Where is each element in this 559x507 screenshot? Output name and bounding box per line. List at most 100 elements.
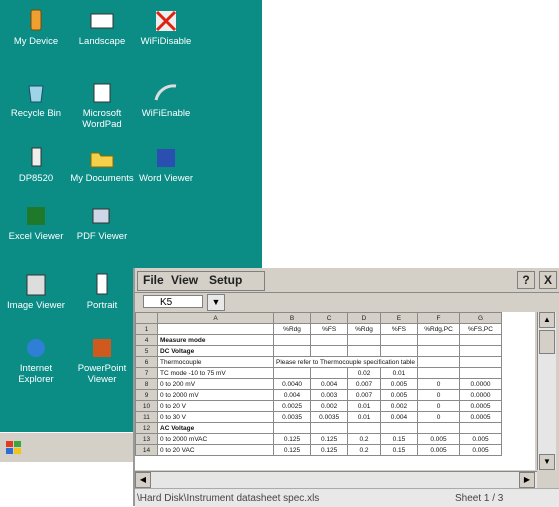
close-button[interactable]: X [539,271,557,289]
table-cell[interactable]: 0 [417,378,460,390]
vertical-scroll-thumb[interactable] [539,330,555,354]
table-cell[interactable]: 0.005 [417,444,460,456]
row-header[interactable]: 12 [135,422,158,434]
table-cell[interactable]: 0.0005 [459,400,502,412]
menu-view[interactable]: View [171,273,198,287]
table-cell[interactable] [310,334,349,346]
table-cell[interactable]: 0.125 [310,433,349,445]
desktop-icon[interactable]: DP8520 [4,145,68,184]
start-windows-logo-icon[interactable] [6,441,22,455]
table-cell[interactable]: 0 to 2000 mVAC [157,433,274,445]
table-cell[interactable]: 0.007 [347,378,381,390]
row-header[interactable]: 10 [135,400,158,412]
desktop-icon[interactable]: Word Viewer [134,145,198,184]
table-cell[interactable]: 0 to 20 V [157,400,274,412]
table-cell[interactable]: Measure mode [157,334,274,346]
table-cell[interactable]: 0.01 [379,367,419,379]
table-cell[interactable] [459,367,502,379]
table-cell[interactable]: 0.0000 [459,389,502,401]
desktop-icon[interactable]: PowerPoint Viewer [70,335,134,385]
table-cell[interactable]: 0.005 [459,444,502,456]
row-header[interactable]: 14 [135,444,158,456]
table-cell[interactable] [459,334,502,346]
table-cell[interactable]: %FS,PC [459,323,502,335]
help-button[interactable]: ? [517,271,535,289]
desktop-icon[interactable]: Excel Viewer [4,203,68,242]
table-cell[interactable]: 0.0000 [459,378,502,390]
table-cell[interactable]: 0.005 [379,389,419,401]
table-cell[interactable]: 0 to 20 VAC [157,444,274,456]
table-cell[interactable] [379,345,419,357]
table-cell[interactable] [310,345,349,357]
table-cell[interactable] [157,323,274,335]
table-cell[interactable] [272,367,312,379]
column-header[interactable]: F [417,312,460,324]
table-cell[interactable] [347,422,381,434]
table-cell[interactable]: 0.125 [272,444,312,456]
table-cell[interactable]: 0.02 [347,367,381,379]
column-header[interactable]: G [459,312,502,324]
table-cell[interactable]: 0.002 [379,400,419,412]
table-cell[interactable] [459,356,502,368]
row-header[interactable]: 6 [135,356,158,368]
desktop-icon[interactable]: PDF Viewer [70,203,134,242]
table-cell[interactable]: 0.003 [310,389,349,401]
table-cell[interactable] [347,334,381,346]
scroll-left-icon[interactable]: ◀ [135,472,151,488]
table-cell[interactable] [310,367,349,379]
column-header[interactable]: B [272,312,312,324]
row-header[interactable]: 1 [135,323,158,335]
table-cell[interactable]: %FS [310,323,349,335]
table-cell[interactable]: %Rdg,PC [417,323,460,335]
table-cell[interactable]: 0.0005 [459,411,502,423]
table-cell[interactable]: Thermocouple [157,356,274,368]
row-header[interactable]: 11 [135,411,158,423]
table-cell[interactable] [417,334,460,346]
table-cell[interactable] [459,422,502,434]
table-cell[interactable] [459,345,502,357]
horizontal-scrollbar[interactable]: ◀ ▶ [135,471,537,488]
chevron-down-icon[interactable]: ▼ [207,294,225,311]
desktop-icon[interactable]: WiFiEnable [134,80,198,119]
table-cell[interactable] [310,422,349,434]
desktop-icon[interactable]: Microsoft WordPad [70,80,134,130]
table-cell[interactable] [379,422,419,434]
table-cell[interactable]: 0 [417,400,460,412]
table-cell[interactable] [417,356,460,368]
table-cell[interactable] [417,422,460,434]
table-cell[interactable]: 0.125 [310,444,349,456]
table-cell[interactable]: 0.004 [310,378,349,390]
table-cell[interactable]: %Rdg [272,323,312,335]
table-cell[interactable]: 0.005 [417,433,460,445]
menu-file[interactable]: File [143,273,164,287]
table-cell[interactable] [417,367,460,379]
table-cell[interactable]: 0 to 2000 mV [157,389,274,401]
table-cell[interactable]: Please refer to Thermocouple specificati… [273,356,418,368]
table-cell[interactable]: 0 [417,411,460,423]
vertical-scrollbar[interactable]: ▲ ▼ [537,312,556,470]
desktop-icon[interactable]: Landscape [70,8,134,47]
table-cell[interactable] [272,334,312,346]
table-cell[interactable]: 0.15 [379,433,419,445]
table-cell[interactable]: 0.005 [459,433,502,445]
table-cell[interactable]: 0.01 [347,411,381,423]
row-header[interactable]: 13 [135,433,158,445]
table-cell[interactable]: %FS [379,323,419,335]
table-cell[interactable]: 0 to 30 V [157,411,274,423]
desktop-icon[interactable]: My Device [4,8,68,47]
row-header[interactable]: 7 [135,367,158,379]
row-header[interactable]: 5 [135,345,158,357]
table-cell[interactable]: 0.125 [272,433,312,445]
table-cell[interactable] [347,345,381,357]
table-cell[interactable]: 0.0025 [272,400,312,412]
column-header[interactable]: C [310,312,349,324]
table-cell[interactable]: 0.2 [347,433,381,445]
column-header[interactable]: E [379,312,419,324]
table-cell[interactable] [272,422,312,434]
menu-setup[interactable]: Setup [209,273,242,287]
table-cell[interactable]: 0 to 200 mV [157,378,274,390]
row-header[interactable]: 4 [135,334,158,346]
row-header[interactable]: 9 [135,389,158,401]
table-cell[interactable]: 0.005 [379,378,419,390]
table-cell[interactable]: 0.004 [379,411,419,423]
